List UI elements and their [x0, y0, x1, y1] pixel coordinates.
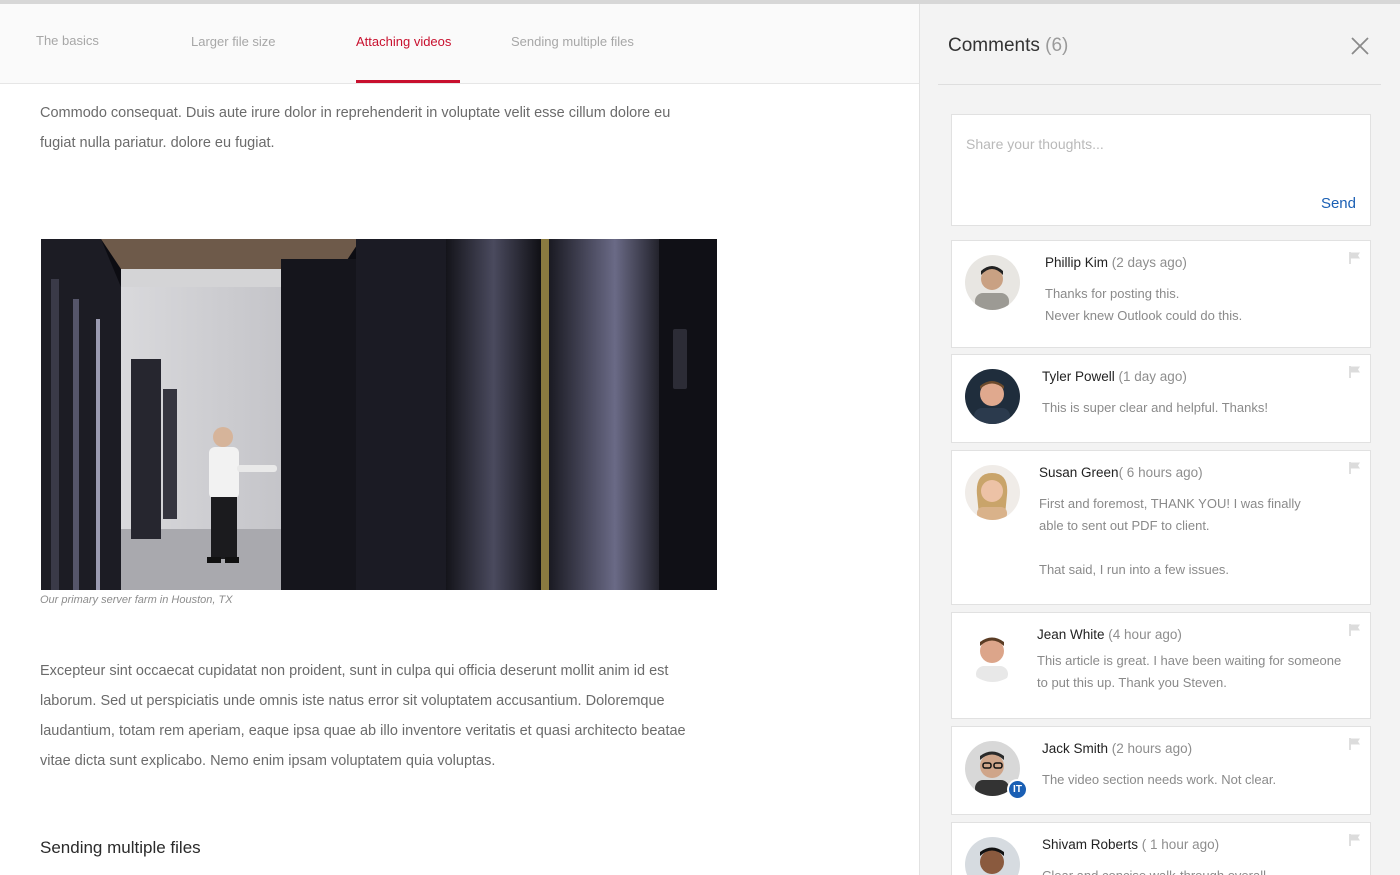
comment-line: This article is great. I have been waiti…	[1037, 653, 1342, 668]
comment-line: The video section needs work. Not clear.	[1042, 772, 1277, 787]
comment-header: Tyler Powell (1 day ago)	[1042, 369, 1187, 384]
comment-body: This article is great. I have been waiti…	[1037, 650, 1362, 694]
avatar-image	[965, 465, 1020, 520]
commenter-name[interactable]: Tyler Powell	[1042, 369, 1115, 384]
comment-card: Jean White (4 hour ago) This article is …	[951, 612, 1371, 719]
comment-body: The video section needs work. Not clear.	[1042, 769, 1362, 791]
comment-card: Shivam Roberts ( 1 hour ago) Clear and c…	[951, 822, 1371, 875]
send-button[interactable]: Send	[1321, 195, 1356, 212]
comment-header: Shivam Roberts ( 1 hour ago)	[1042, 837, 1219, 852]
comment-composer: Send	[951, 114, 1371, 226]
commenter-name[interactable]: Jean White	[1037, 627, 1105, 642]
comment-card: IT Jack Smith (2 hours ago) The video se…	[951, 726, 1371, 815]
avatar-image	[965, 627, 1020, 682]
intro-line: Commodo consequat. Duis aute irure dolor…	[40, 105, 671, 121]
flag-icon	[1349, 462, 1360, 474]
intro-paragraph: Commodo consequat. Duis aute irure dolor…	[40, 98, 730, 158]
comments-title: Comments (6)	[948, 35, 1068, 57]
avatar	[965, 465, 1020, 520]
comment-time: ( 6 hours ago)	[1118, 465, 1203, 480]
comment-line: to put this up. Thank you Steven.	[1037, 675, 1227, 690]
active-tab-indicator	[356, 80, 460, 83]
avatar	[965, 627, 1020, 682]
comment-line: Clear and concise walk-through overall.	[1042, 865, 1362, 875]
section-heading: Sending multiple files	[40, 838, 201, 857]
comment-header: Jack Smith (2 hours ago)	[1042, 741, 1192, 756]
avatar	[965, 837, 1020, 875]
comment-spacer	[1039, 537, 1359, 559]
comments-title-label: Comments	[948, 35, 1040, 56]
comment-time: (1 day ago)	[1114, 369, 1187, 384]
comment-card: Phillip Kim (2 days ago) Thanks for post…	[951, 240, 1371, 348]
avatar	[965, 255, 1020, 310]
flag-button[interactable]	[1348, 365, 1362, 379]
tab-larger-file-size[interactable]: Larger file size	[191, 34, 276, 49]
comment-line: able to sent out PDF to client.	[1039, 518, 1210, 533]
comment-line: Thanks for posting this.	[1045, 286, 1180, 301]
server-room-photo	[41, 239, 717, 590]
comment-time: (2 days ago)	[1108, 255, 1187, 270]
flag-button[interactable]	[1348, 623, 1362, 637]
comment-time: (2 hours ago)	[1108, 741, 1193, 756]
intro-line: fugiat nulla pariatur. dolore eu fugiat.	[40, 135, 275, 151]
commenter-name[interactable]: Jack Smith	[1042, 741, 1108, 756]
comment-time: ( 1 hour ago)	[1138, 837, 1220, 852]
close-button[interactable]	[1349, 35, 1371, 57]
body-paragraph: Excepteur sint occaecat cupidatat non pr…	[40, 663, 686, 769]
comment-line: This is super clear and helpful. Thanks!	[1042, 400, 1268, 415]
department-badge: IT	[1007, 779, 1028, 800]
comment-input[interactable]	[966, 129, 1356, 159]
article-pane: The basics Larger file size Attaching vi…	[0, 4, 919, 875]
comments-count: (6)	[1045, 35, 1069, 56]
comment-line: That said, I run into a few issues.	[1039, 562, 1230, 577]
comments-header: Comments (6)	[938, 4, 1381, 85]
comment-body: First and foremost, THANK YOU! I was fin…	[1039, 493, 1359, 581]
close-icon	[1351, 37, 1369, 55]
flag-button[interactable]	[1348, 461, 1362, 475]
flag-icon	[1349, 366, 1360, 378]
comments-panel: Comments (6) Send Phillip Kim (2 days ag…	[919, 4, 1400, 875]
flag-button[interactable]	[1348, 251, 1362, 265]
comment-body: Thanks for posting this. Never knew Outl…	[1045, 283, 1365, 327]
tab-the-basics[interactable]: The basics	[36, 33, 99, 48]
comment-card: Susan Green( 6 hours ago) First and fore…	[951, 450, 1371, 605]
tab-sending-multiple-files[interactable]: Sending multiple files	[511, 34, 634, 49]
flag-icon	[1349, 624, 1360, 636]
comment-card: Tyler Powell (1 day ago) This is super c…	[951, 354, 1371, 443]
comment-body: Clear and concise walk-through overall.	[1042, 865, 1362, 875]
comment-line: Never knew Outlook could do this.	[1045, 308, 1243, 323]
comment-time: (4 hour ago)	[1104, 627, 1182, 642]
flag-icon	[1349, 252, 1360, 264]
commenter-name[interactable]: Susan Green	[1039, 465, 1119, 480]
avatar-image	[965, 837, 1020, 875]
comment-header: Phillip Kim (2 days ago)	[1045, 255, 1187, 270]
commenter-name[interactable]: Phillip Kim	[1045, 255, 1108, 270]
flag-button[interactable]	[1348, 833, 1362, 847]
comment-line: First and foremost, THANK YOU! I was fin…	[1039, 496, 1301, 511]
avatar-image	[965, 255, 1020, 310]
avatar-image	[965, 369, 1020, 424]
flag-button[interactable]	[1348, 737, 1362, 751]
photo-caption: Our primary server farm in Houston, TX	[40, 594, 233, 606]
comment-header: Susan Green( 6 hours ago)	[1039, 465, 1203, 480]
server-room-illustration	[41, 239, 717, 590]
tab-bar: The basics Larger file size Attaching vi…	[0, 4, 919, 84]
flag-icon	[1349, 738, 1360, 750]
flag-icon	[1349, 834, 1360, 846]
tab-attaching-videos[interactable]: Attaching videos	[356, 34, 451, 49]
comment-header: Jean White (4 hour ago)	[1037, 627, 1182, 642]
avatar	[965, 369, 1020, 424]
commenter-name[interactable]: Shivam Roberts	[1042, 837, 1138, 852]
comment-body: This is super clear and helpful. Thanks!	[1042, 397, 1362, 419]
